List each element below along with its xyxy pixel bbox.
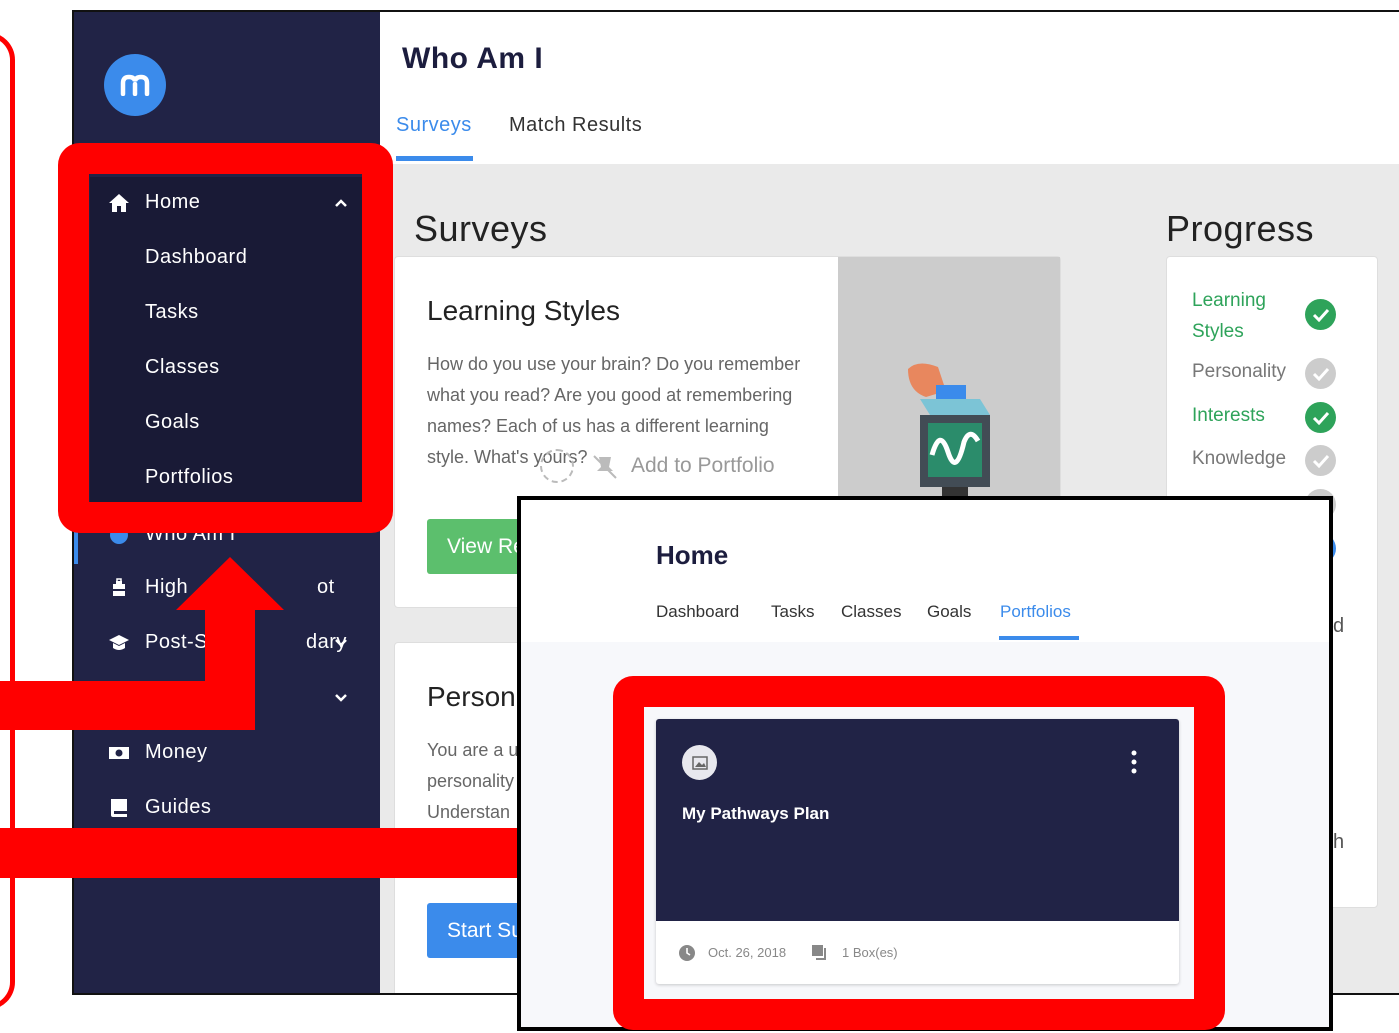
- card-title: Person: [427, 681, 516, 712]
- inset-page-title: Home: [656, 540, 729, 570]
- tab-classes[interactable]: Classes: [841, 602, 901, 622]
- highlight-box-home-menu: [58, 143, 393, 533]
- check-complete-icon: [1305, 299, 1336, 330]
- more-vertical-icon[interactable]: [1126, 749, 1142, 775]
- tab-match-results[interactable]: Match Results: [509, 114, 642, 137]
- card-description-line: personality: [427, 771, 515, 791]
- page-title: Who Am I: [402, 42, 544, 75]
- progress-heading: Progress: [1166, 208, 1315, 249]
- logo-m-icon: [120, 74, 150, 96]
- highlight-arrow-up: [0, 557, 284, 730]
- surveys-heading: Surveys: [414, 208, 548, 249]
- image-icon: [682, 745, 717, 780]
- money-icon: [108, 742, 130, 764]
- portfolio-date: Oct. 26, 2018: [708, 945, 787, 960]
- tab-tasks[interactable]: Tasks: [771, 602, 814, 622]
- chevron-down-icon[interactable]: [332, 634, 350, 652]
- clock-icon: [679, 945, 695, 961]
- inset-header: Home Dashboard Tasks Classes Goals Portf…: [521, 500, 1329, 643]
- card-description-line: You are a u: [427, 740, 519, 760]
- check-complete-icon: [1305, 402, 1336, 433]
- tab-active-underline: [396, 156, 473, 161]
- portfolio-title: My Pathways Plan: [682, 804, 830, 823]
- add-to-portfolio-label[interactable]: Add to Portfolio: [631, 454, 775, 478]
- brain-machine-illustration: [908, 363, 990, 501]
- progress-item-personality[interactable]: Personality: [1192, 361, 1286, 383]
- tab-dashboard[interactable]: Dashboard: [656, 602, 739, 622]
- progress-item-interests[interactable]: Interests: [1192, 405, 1265, 427]
- progress-partial-text: d: [1333, 615, 1345, 637]
- tab-portfolios[interactable]: Portfolios: [1000, 602, 1071, 622]
- portfolio-card[interactable]: My Pathways Plan Oct. 26, 2018 1 Box(es): [656, 719, 1179, 984]
- check-incomplete-icon: [1305, 445, 1336, 476]
- page-header: Who Am I Surveys Match Results: [380, 12, 1399, 165]
- boxes-icon: [812, 945, 826, 960]
- portfolio-box-count: 1 Box(es): [842, 945, 898, 960]
- check-incomplete-icon: [1305, 358, 1336, 389]
- progress-partial-text: h: [1333, 831, 1345, 853]
- tab-active-underline: [999, 636, 1079, 640]
- loading-spinner-icon: [540, 449, 574, 483]
- progress-item-learning-styles[interactable]: Learning Styles: [1192, 285, 1266, 347]
- card-title: Learning Styles: [427, 295, 621, 326]
- chevron-down-icon[interactable]: [332, 689, 350, 707]
- app-logo[interactable]: [104, 54, 166, 116]
- progress-item-knowledge[interactable]: Knowledge: [1192, 448, 1286, 470]
- pin-off-icon[interactable]: [591, 453, 619, 481]
- tab-surveys[interactable]: Surveys: [396, 114, 472, 137]
- tab-goals[interactable]: Goals: [927, 602, 971, 622]
